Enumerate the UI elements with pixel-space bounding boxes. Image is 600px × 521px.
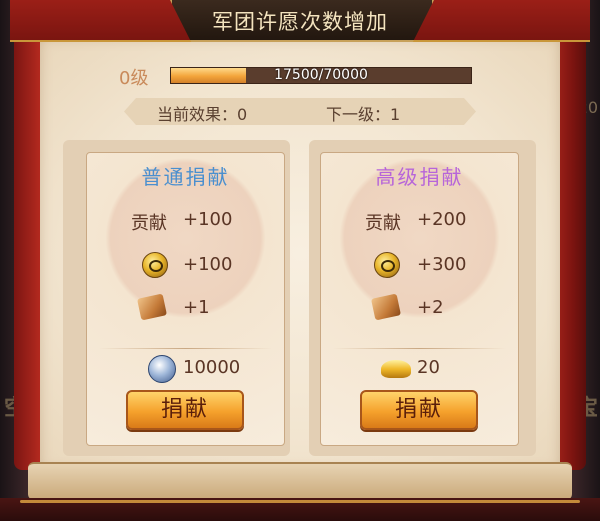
contribution-value: +200 [417,209,467,230]
gold-coin-icon [374,252,400,278]
coin-value: +300 [417,254,467,275]
contribution-label: 贡献 [131,213,167,234]
normal-donate-button[interactable]: 捐献 [126,390,244,430]
contribution-label: 贡献 [365,213,401,234]
contribution-value: +100 [183,209,233,230]
progress-bar: 17500/70000 [170,67,472,84]
normal-cost: 10000 [183,357,241,378]
item-value: +1 [183,297,210,318]
advanced-cost: 20 [417,357,440,378]
silver-coin-icon [148,355,176,383]
scroll-icon [136,293,168,321]
rope [20,500,580,503]
panel-divider [333,348,506,349]
current-effect: 当前效果：0 [157,105,248,124]
bottom-rod [0,498,600,521]
advanced-donate-button[interactable]: 捐献 [360,390,478,430]
item-value: +2 [417,297,444,318]
gold-ingot-icon [381,360,411,378]
advanced-donation-title: 高级捐献 [375,165,464,189]
scroll-icon [370,293,402,321]
scroll-bottom-edge [28,462,572,500]
normal-donation-title: 普通捐献 [141,165,230,189]
progress-text: 17500/70000 [274,67,368,83]
coin-value: +100 [183,254,233,275]
gold-coin-icon [142,252,168,278]
dialog-title: 军团许愿次数增加 [212,10,388,34]
level-label: 0级 [119,68,149,89]
next-level-effect: 下一级：1 [326,105,401,124]
panel-divider [99,348,272,349]
